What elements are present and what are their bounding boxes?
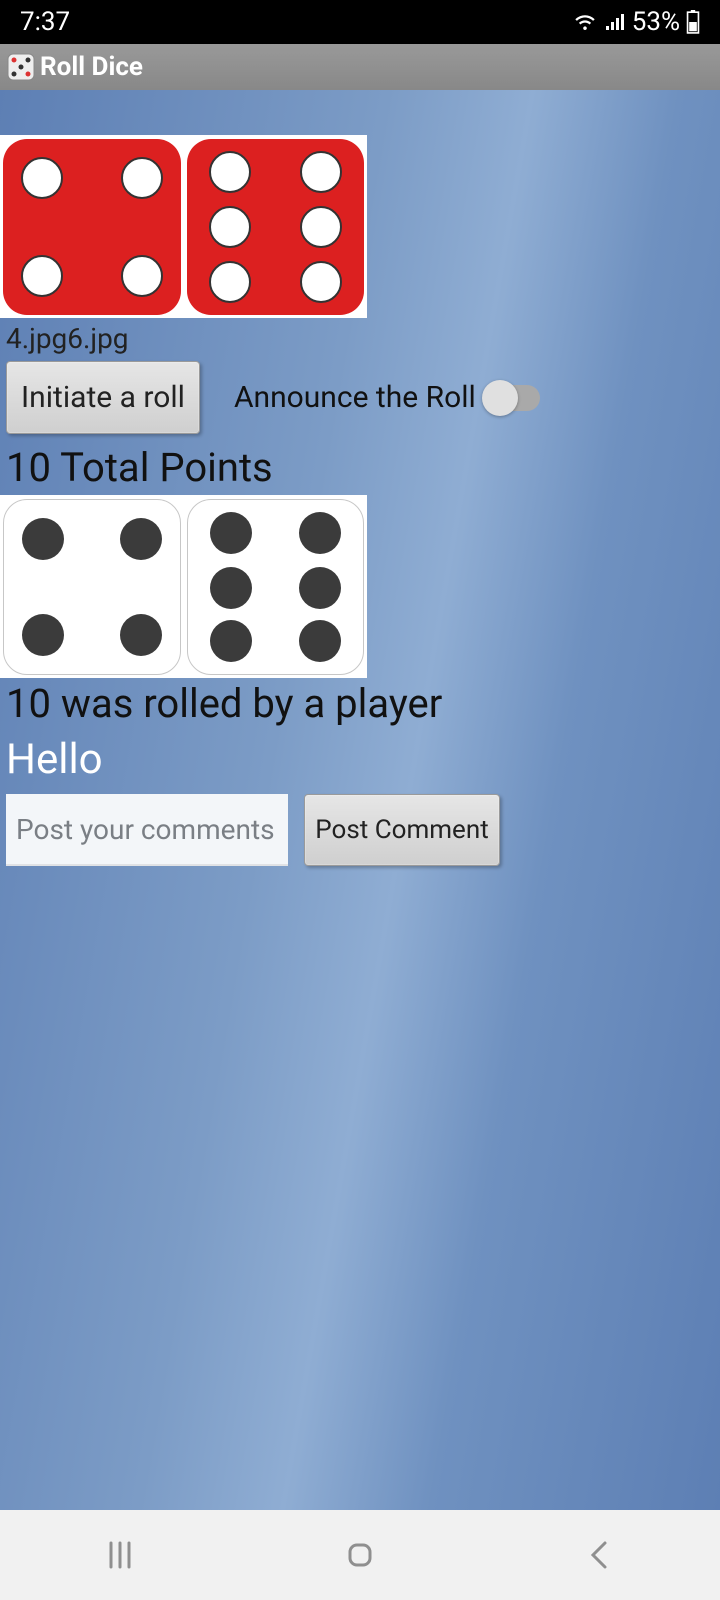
status-right: 53% bbox=[572, 7, 700, 37]
greeting-text: Hello bbox=[0, 729, 720, 794]
white-die-6 bbox=[187, 499, 365, 675]
app-icon bbox=[6, 52, 36, 82]
battery-percent: 53% bbox=[632, 7, 680, 37]
home-icon[interactable] bbox=[340, 1535, 380, 1575]
filenames-text: 4.jpg6.jpg bbox=[0, 318, 720, 359]
total-points-text: 10 Total Points bbox=[0, 436, 720, 495]
announce-wrap: Announce the Roll bbox=[234, 380, 540, 415]
signal-icon bbox=[604, 12, 626, 32]
recents-icon[interactable] bbox=[100, 1535, 140, 1575]
back-icon[interactable] bbox=[580, 1535, 620, 1575]
announce-label: Announce the Roll bbox=[234, 380, 476, 415]
comment-input[interactable] bbox=[6, 794, 288, 866]
android-nav-bar bbox=[0, 1510, 720, 1600]
battery-icon bbox=[686, 10, 700, 34]
rolled-by-text: 10 was rolled by a player bbox=[0, 678, 720, 729]
red-die-6 bbox=[187, 139, 365, 315]
roll-controls-row: Initiate a roll Announce the Roll bbox=[0, 359, 720, 436]
announce-toggle[interactable] bbox=[484, 385, 540, 411]
comment-row: Post Comment bbox=[0, 794, 720, 866]
toggle-knob bbox=[482, 380, 518, 416]
red-dice-row bbox=[0, 135, 367, 318]
status-time: 7:37 bbox=[20, 7, 70, 37]
wifi-icon bbox=[572, 12, 598, 32]
main-content: 4.jpg6.jpg Initiate a roll Announce the … bbox=[0, 90, 720, 1510]
post-comment-button[interactable]: Post Comment bbox=[304, 794, 500, 866]
status-bar: 7:37 53% bbox=[0, 0, 720, 44]
initiate-roll-button[interactable]: Initiate a roll bbox=[6, 361, 200, 434]
app-bar: Roll Dice bbox=[0, 44, 720, 90]
white-die-4 bbox=[3, 499, 181, 675]
app-title: Roll Dice bbox=[40, 52, 143, 82]
red-die-4 bbox=[3, 139, 181, 315]
white-dice-row bbox=[0, 495, 367, 678]
